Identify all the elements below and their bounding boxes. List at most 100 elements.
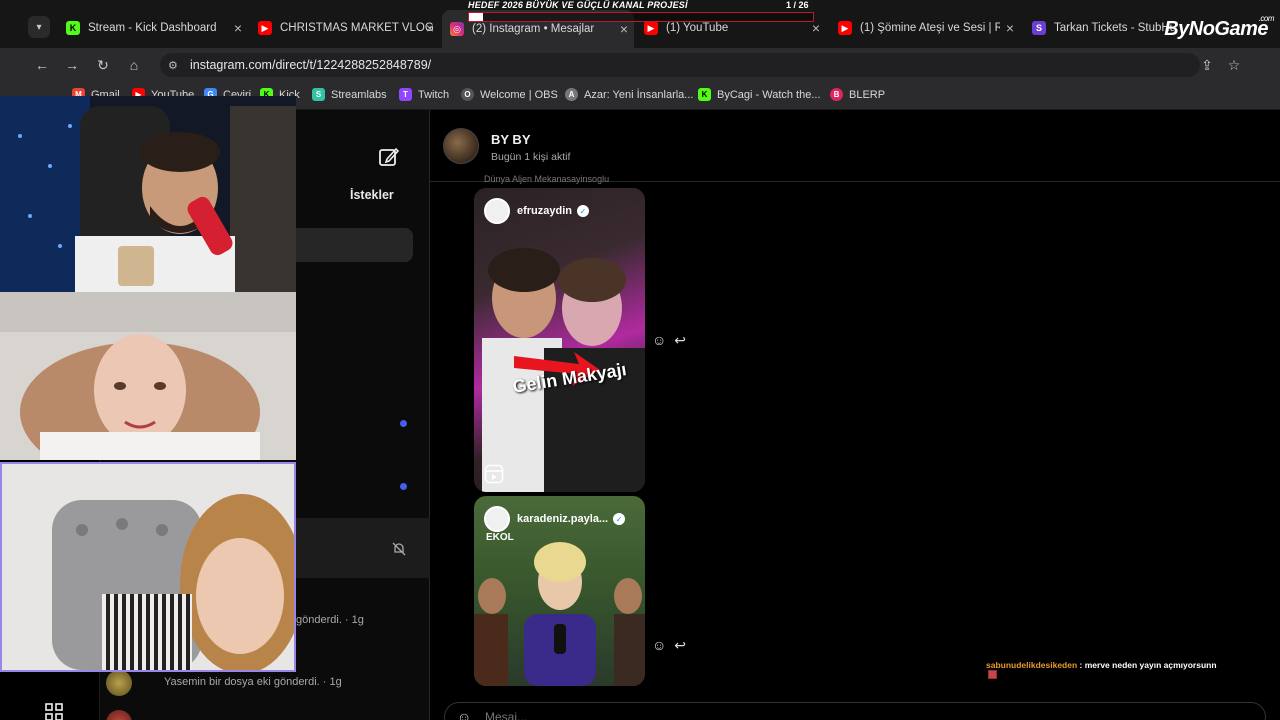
- react-emoji-icon[interactable]: ☺: [652, 332, 666, 349]
- avatar[interactable]: [106, 710, 132, 720]
- bookmark-bycagi[interactable]: K ByCagi - Watch the...: [698, 88, 821, 101]
- goal-progress-bar: [468, 12, 814, 22]
- tab-stubhub[interactable]: S Tarkan Tickets - StubHub: [1024, 12, 1174, 44]
- bookmark-star-icon[interactable]: ☆: [1224, 55, 1244, 75]
- avatar[interactable]: [106, 670, 132, 696]
- chat-text: merve neden yayın açmıyorsunn: [1084, 660, 1217, 670]
- bookmark-blerp[interactable]: B BLERP: [830, 88, 885, 101]
- close-icon[interactable]: ×: [426, 20, 434, 36]
- url-text: instagram.com/direct/t/1224288252848789/: [190, 58, 432, 72]
- reel-username: karadeniz.payla...: [517, 513, 609, 525]
- sender-label: Dünya Aljen Mekanasayinsoglu: [484, 174, 610, 184]
- twitch-icon: T: [399, 88, 412, 101]
- tab-fireplace[interactable]: ▶ (1) Şömine Ateşi ve Sesi | Ra ×: [830, 12, 1020, 44]
- react-emoji-icon[interactable]: ☺: [652, 637, 666, 654]
- chat-username: sabunudelikdesikeden: [986, 660, 1078, 670]
- tab-label: Stream - Kick Dashboard: [88, 22, 217, 34]
- chat-message: sabunudelikdesikeden : merve neden yayın…: [986, 655, 1217, 673]
- tab-kick-dashboard[interactable]: K Stream - Kick Dashboard ×: [58, 12, 248, 44]
- shared-reel[interactable]: karadeniz.payla... ✓ EKOL: [474, 496, 645, 686]
- more-menu-icon[interactable]: [44, 702, 64, 720]
- home-icon[interactable]: ⌂: [124, 55, 144, 75]
- reel-username: efruzaydin: [517, 205, 573, 217]
- watermark-suffix: .com: [1258, 14, 1275, 23]
- tab-label: CHRISTMAS MARKET VLOG: [280, 22, 434, 34]
- message-actions: ☺ ↩: [652, 332, 686, 349]
- azar-icon: A: [565, 88, 578, 101]
- dm-preview-text: gönderdi. · 1g: [296, 614, 364, 626]
- back-icon[interactable]: ←: [32, 55, 52, 75]
- reply-icon[interactable]: ↩: [674, 637, 686, 654]
- reply-icon[interactable]: ↩: [674, 332, 686, 349]
- tab-christmas-vlog[interactable]: ▶ CHRISTMAS MARKET VLOG ×: [250, 12, 440, 44]
- browser-tab-bar: ▾ K Stream - Kick Dashboard × ▶ CHRISTMA…: [0, 0, 1280, 48]
- message-input[interactable]: [485, 707, 985, 720]
- stream-goal-overlay: HEDEF 2026 BÜYÜK VE GÜÇLÜ KANAL PROJESİ …: [468, 0, 818, 24]
- reel-caption: EKOL: [486, 532, 514, 543]
- chat-avatar[interactable]: [443, 128, 479, 164]
- bookmark-streamlabs[interactable]: S Streamlabs: [312, 88, 387, 101]
- streamlabs-icon: S: [312, 88, 325, 101]
- webcam-guest-two: [0, 462, 296, 672]
- obs-icon: O: [461, 88, 474, 101]
- tab-label: (1) Şömine Ateşi ve Sesi | Ra: [860, 22, 1000, 34]
- reels-icon: [484, 464, 504, 484]
- unread-dot: [400, 483, 407, 490]
- chat-active-status: Bugün 1 kişi aktif: [491, 151, 571, 163]
- dm-thread-selected[interactable]: [280, 518, 430, 578]
- bookmark-label: Azar: Yeni İnsanlarla...: [584, 88, 694, 101]
- emote-icon: [988, 670, 997, 679]
- goal-progress-fill: [469, 13, 483, 21]
- youtube-icon: ▶: [258, 21, 272, 35]
- avatar: [484, 198, 510, 224]
- url-field[interactable]: ⚙ instagram.com/direct/t/122428825284878…: [160, 53, 1200, 77]
- bookmark-label: ByCagi - Watch the...: [717, 88, 821, 101]
- verified-badge-icon: ✓: [613, 513, 626, 525]
- bookmark-label: Welcome | OBS: [480, 88, 558, 101]
- new-message-icon[interactable]: [378, 146, 400, 168]
- message-actions: ☺ ↩: [652, 637, 686, 654]
- reel-header: efruzaydin ✓: [474, 188, 645, 234]
- kick-icon: K: [66, 21, 80, 35]
- tab-label: (2) Instagram • Mesajlar: [472, 23, 595, 35]
- chat-separator: :: [1077, 660, 1085, 670]
- blerp-icon: B: [830, 88, 843, 101]
- bookmark-azar[interactable]: A Azar: Yeni İnsanlarla...: [565, 88, 693, 101]
- dm-preview-text: Yasemin bir dosya eki gönderdi. · 1g: [164, 676, 342, 688]
- unread-dot: [400, 420, 407, 427]
- goal-title: HEDEF 2026 BÜYÜK VE GÜÇLÜ KANAL PROJESİ: [468, 0, 688, 10]
- bookmark-label: Streamlabs: [331, 88, 387, 101]
- tab-search-button[interactable]: ▾: [28, 16, 50, 38]
- stream-chat-overlay: sabunudelikdesikeden : merve neden yayın…: [982, 652, 1220, 684]
- site-info-icon[interactable]: ⚙: [168, 59, 178, 72]
- close-icon[interactable]: ×: [234, 20, 242, 36]
- muted-bell-icon: [392, 542, 406, 556]
- youtube-icon: ▶: [838, 21, 852, 35]
- tab-label: Tarkan Tickets - StubHub: [1054, 22, 1174, 34]
- bookmark-twitch[interactable]: T Twitch: [399, 88, 449, 101]
- instagram-icon: ◎: [450, 22, 464, 36]
- emoji-picker-icon[interactable]: ☺: [457, 709, 471, 720]
- avatar: [484, 506, 510, 532]
- kick-icon: K: [698, 88, 711, 101]
- reload-icon[interactable]: ↻: [93, 55, 113, 75]
- webcam-guest-one: [0, 292, 296, 460]
- stubhub-icon: S: [1032, 21, 1046, 35]
- chat-thread-panel: BY BY Bugün 1 kişi aktif Dünya Aljen Mek…: [430, 110, 1280, 720]
- message-composer: ☺: [444, 702, 1266, 720]
- close-icon[interactable]: ×: [1006, 20, 1014, 36]
- install-icon[interactable]: ⇪: [1197, 55, 1217, 75]
- bookmark-label: BLERP: [849, 88, 886, 101]
- address-bar-row: ← → ↻ ⌂ ⚙ instagram.com/direct/t/1224288…: [0, 48, 1280, 82]
- goal-count: 1 / 26: [786, 0, 809, 10]
- verified-badge-icon: ✓: [577, 205, 590, 217]
- forward-icon[interactable]: →: [62, 55, 82, 75]
- watermark-text: ByNoGame: [1164, 18, 1268, 40]
- bookmark-obs[interactable]: O Welcome | OBS: [461, 88, 558, 101]
- chat-header: BY BY Bugün 1 kişi aktif: [430, 110, 1280, 182]
- tab-requests[interactable]: İstekler: [350, 188, 394, 202]
- bookmark-label: Twitch: [418, 88, 450, 101]
- webcam-streamer: [0, 96, 296, 292]
- shared-reel[interactable]: efruzaydin ✓ Gelin Makyajı: [474, 188, 645, 492]
- chat-name[interactable]: BY BY: [491, 132, 531, 147]
